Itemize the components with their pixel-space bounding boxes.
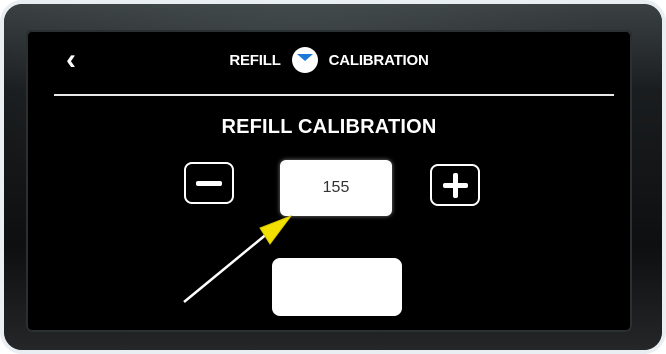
annotation-overlay	[183, 214, 293, 303]
device-frame: ‹ REFILL CALIBRATION REFILL CALIBRATION …	[0, 0, 666, 354]
cursor-arrow-icon	[259, 214, 293, 245]
annotation-arrow-line	[183, 227, 275, 303]
